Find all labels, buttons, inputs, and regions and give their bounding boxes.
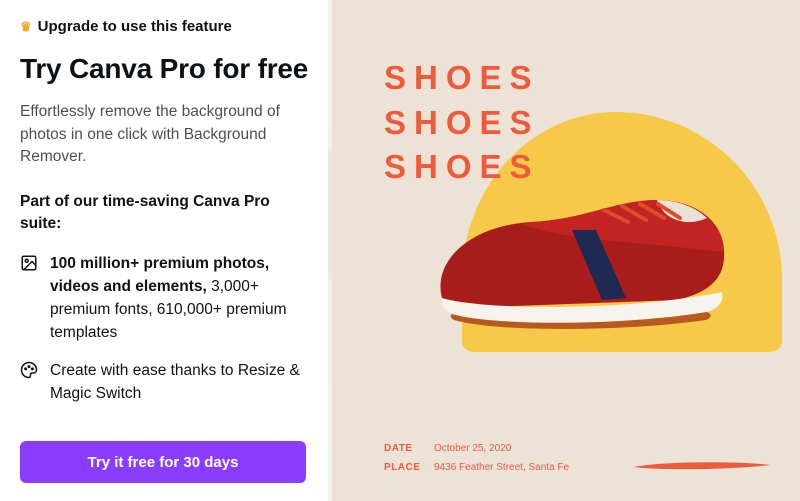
- shoe-image[interactable]: [422, 180, 732, 330]
- place-value: 9436 Feather Street, Santa Fe: [434, 458, 569, 477]
- crown-icon: ♛: [20, 20, 32, 33]
- upgrade-banner: ♛ Upgrade to use this feature: [20, 18, 310, 35]
- feature-text: 100 million+ premium photos, videos and …: [50, 252, 310, 345]
- suite-intro: Part of our time-saving Canva Pro suite:: [20, 191, 310, 236]
- date-label: DATE: [384, 439, 420, 458]
- upgrade-banner-text: Upgrade to use this feature: [38, 18, 232, 35]
- design-footer[interactable]: DATE October 25, 2020 PLACE 9436 Feather…: [384, 439, 569, 477]
- image-icon: [20, 254, 38, 345]
- date-value: October 25, 2020: [434, 439, 511, 458]
- panel-description: Effortlessly remove the background of ph…: [20, 101, 310, 168]
- feature-list: 100 million+ premium photos, videos and …: [20, 252, 310, 406]
- headline-text[interactable]: SHOES SHOES SHOES: [384, 56, 540, 190]
- try-free-button[interactable]: Try it free for 30 days: [20, 441, 306, 483]
- design-canvas[interactable]: SHOES SHOES SHOES DATE October 25, 2020 …: [332, 0, 800, 501]
- feature-text: Create with ease thanks to Resize & Magi…: [50, 359, 310, 406]
- palette-icon: [20, 361, 38, 406]
- panel-title: Try Canva Pro for free: [20, 53, 310, 85]
- place-label: PLACE: [384, 458, 420, 477]
- feature-item: Create with ease thanks to Resize & Magi…: [20, 359, 310, 406]
- upgrade-panel: ♛ Upgrade to use this feature Try Canva …: [0, 0, 332, 501]
- brush-stroke[interactable]: [632, 459, 772, 471]
- feature-item: 100 million+ premium photos, videos and …: [20, 252, 310, 345]
